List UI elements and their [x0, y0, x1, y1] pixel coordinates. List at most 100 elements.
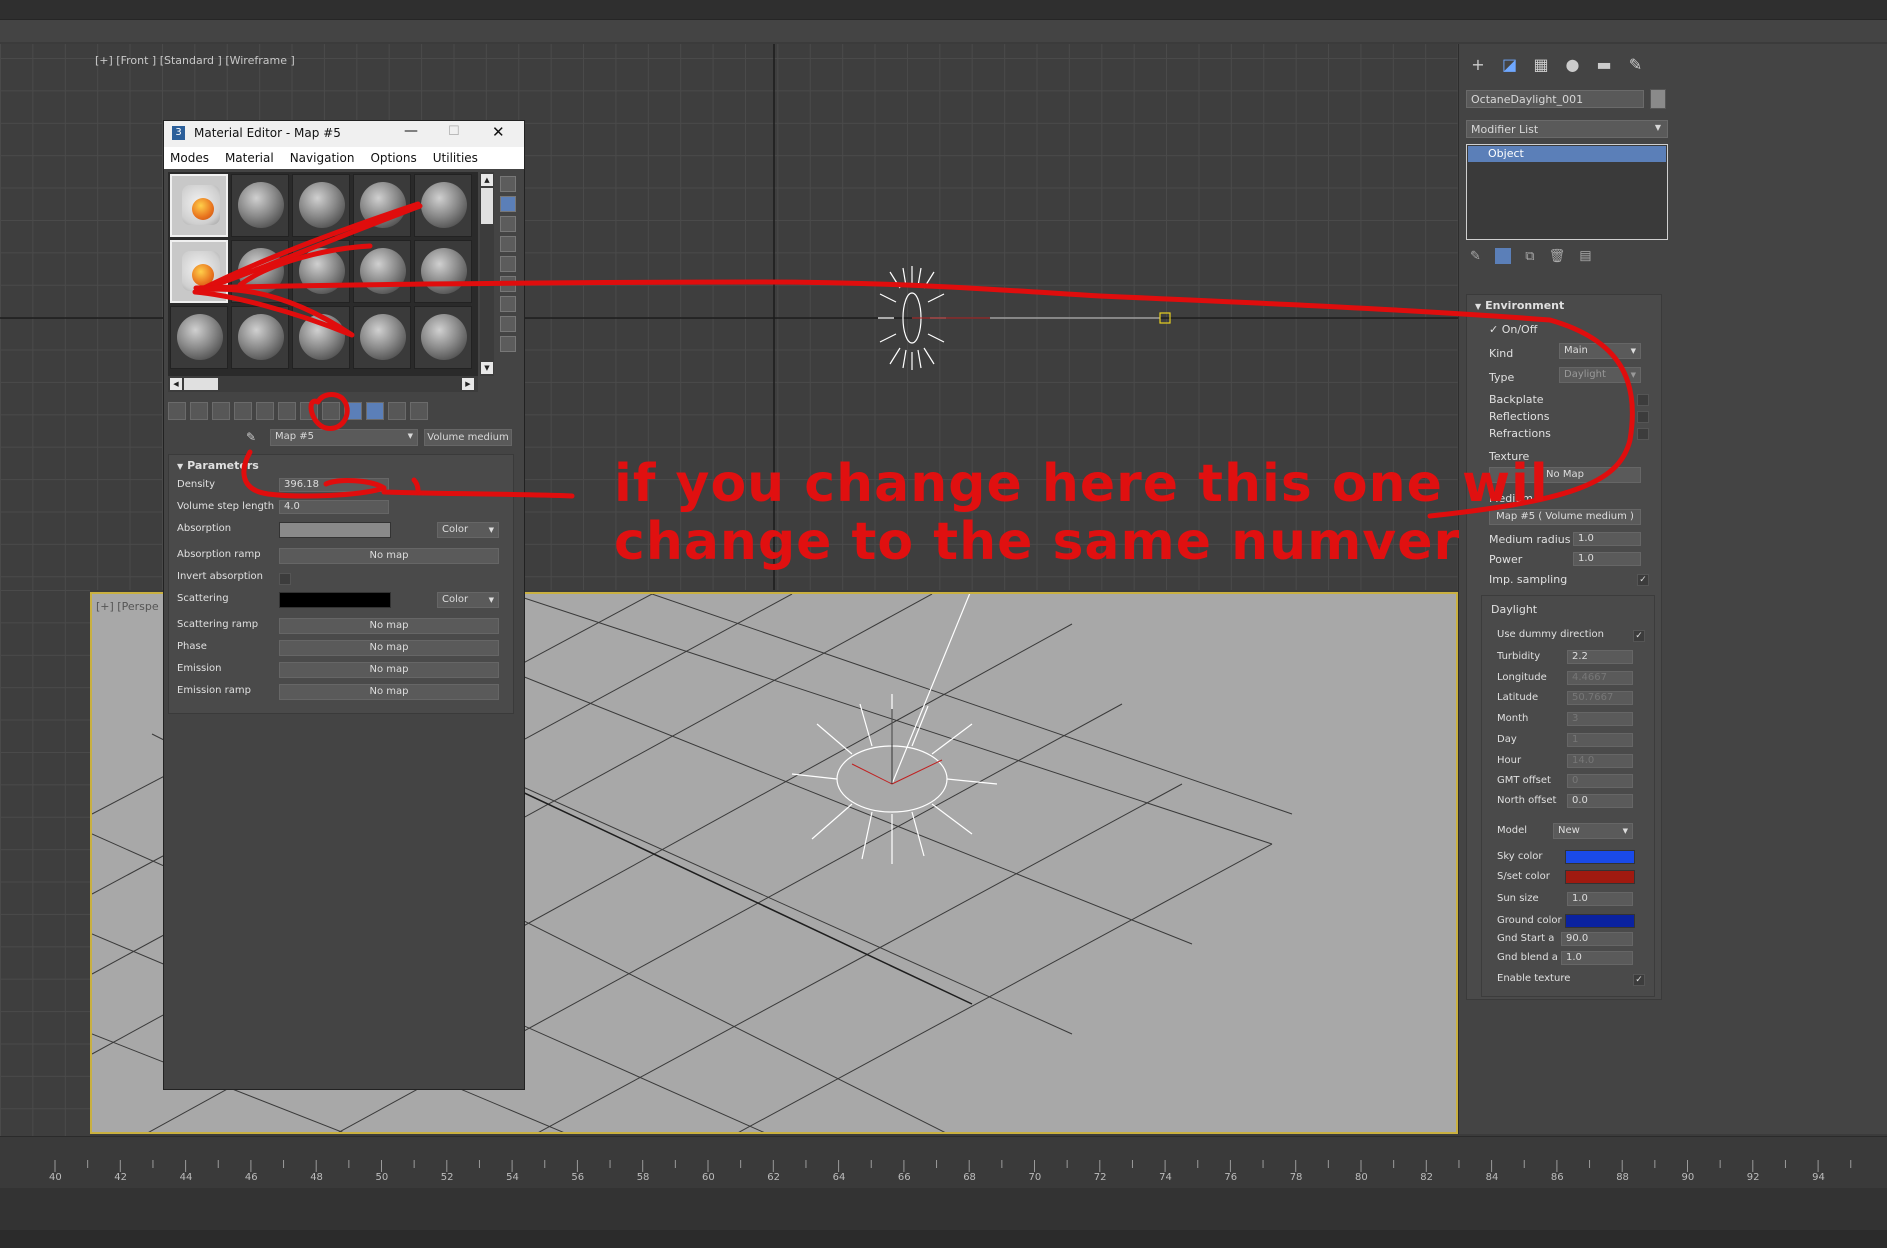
- absorption-type-dropdown[interactable]: Color ▼: [437, 522, 499, 538]
- assign-to-selection-icon[interactable]: [212, 402, 230, 420]
- configure-sets-icon[interactable]: ▤: [1579, 249, 1591, 264]
- go-forward-sibling-icon[interactable]: [410, 402, 428, 420]
- longitude-spinner[interactable]: 4.4667: [1567, 671, 1633, 685]
- show-end-result-icon[interactable]: [366, 402, 384, 420]
- scroll-thumb[interactable]: [184, 378, 218, 390]
- sample-slots-vertical-scrollbar[interactable]: ▲ ▼: [480, 172, 494, 376]
- parameters-rollout-title[interactable]: ▼ Parameters: [177, 459, 259, 472]
- chevron-left-icon[interactable]: ◀: [170, 378, 182, 390]
- sample-slot[interactable]: [353, 174, 411, 237]
- gnd-blend-spinner[interactable]: 1.0: [1561, 951, 1633, 965]
- north-offset-spinner[interactable]: 0.0: [1567, 794, 1633, 808]
- create-tab-icon[interactable]: +: [1466, 54, 1490, 76]
- type-dropdown[interactable]: Daylight ▼: [1559, 367, 1641, 383]
- refractions-checkbox[interactable]: [1637, 428, 1649, 440]
- material-editor-titlebar[interactable]: 3 Material Editor - Map #5 — ☐ ✕: [164, 121, 524, 147]
- reset-map-icon[interactable]: [234, 402, 252, 420]
- latitude-spinner[interactable]: 50.7667: [1567, 691, 1633, 705]
- phase-button[interactable]: No map: [279, 640, 499, 656]
- sample-slot[interactable]: [414, 174, 472, 237]
- make-unique-icon[interactable]: [278, 402, 296, 420]
- select-by-material-icon[interactable]: [500, 316, 516, 332]
- make-copy-icon[interactable]: [256, 402, 274, 420]
- maximize-icon[interactable]: ☐: [448, 124, 460, 139]
- remove-modifier-icon[interactable]: 🗑: [1549, 249, 1566, 264]
- sample-slot[interactable]: [353, 240, 411, 303]
- sky-color-swatch[interactable]: [1565, 850, 1635, 864]
- display-tab-icon[interactable]: ▬: [1592, 54, 1616, 76]
- material-id-icon[interactable]: [322, 402, 340, 420]
- enable-texture-checkbox[interactable]: ✓: [1633, 974, 1645, 986]
- month-spinner[interactable]: 3: [1567, 712, 1633, 726]
- minimize-icon[interactable]: —: [404, 123, 418, 139]
- modify-tab-icon[interactable]: ◪: [1498, 54, 1522, 76]
- turbidity-spinner[interactable]: 2.2: [1567, 650, 1633, 664]
- material-navigator-icon[interactable]: [500, 336, 516, 352]
- sunset-color-swatch[interactable]: [1565, 870, 1635, 884]
- power-spinner[interactable]: 1.0: [1573, 552, 1641, 566]
- menu-options[interactable]: Options: [370, 147, 416, 169]
- absorption-ramp-button[interactable]: No map: [279, 548, 499, 564]
- ground-color-swatch[interactable]: [1565, 914, 1635, 928]
- eyedropper-icon[interactable]: ✎: [246, 430, 256, 444]
- make-unique-icon[interactable]: ⧉: [1525, 249, 1534, 264]
- day-spinner[interactable]: 1: [1567, 733, 1633, 747]
- menu-navigation[interactable]: Navigation: [290, 147, 355, 169]
- absorption-color-swatch[interactable]: [279, 522, 391, 538]
- menu-modes[interactable]: Modes: [170, 147, 209, 169]
- uv-tiling-icon[interactable]: [500, 236, 516, 252]
- emission-button[interactable]: No map: [279, 662, 499, 678]
- put-to-library-icon[interactable]: [300, 402, 318, 420]
- menu-utilities[interactable]: Utilities: [433, 147, 478, 169]
- sample-type-icon[interactable]: [500, 176, 516, 192]
- options-icon[interactable]: [500, 296, 516, 312]
- density-spinner[interactable]: 396.18: [279, 478, 389, 492]
- sample-slot[interactable]: [170, 174, 228, 237]
- sample-slot[interactable]: [231, 240, 289, 303]
- chevron-down-icon[interactable]: ▼: [481, 362, 493, 374]
- gnd-start-spinner[interactable]: 90.0: [1561, 932, 1633, 946]
- motion-tab-icon[interactable]: ●: [1561, 54, 1585, 76]
- scroll-thumb[interactable]: [481, 188, 493, 224]
- sample-slot[interactable]: [170, 240, 228, 303]
- chevron-right-icon[interactable]: ▶: [462, 378, 474, 390]
- close-icon[interactable]: ✕: [492, 123, 505, 141]
- sample-slot[interactable]: [292, 306, 350, 369]
- utilities-tab-icon[interactable]: ✎: [1624, 54, 1648, 76]
- sample-slot[interactable]: [292, 174, 350, 237]
- gmt-offset-spinner[interactable]: 0: [1567, 774, 1633, 788]
- environment-rollout-title[interactable]: ▼ Environment: [1475, 299, 1564, 312]
- hierarchy-tab-icon[interactable]: ▦: [1529, 54, 1553, 76]
- scattering-type-dropdown[interactable]: Color ▼: [437, 592, 499, 608]
- menu-material[interactable]: Material: [225, 147, 274, 169]
- pin-stack-icon[interactable]: ✎: [1470, 249, 1481, 264]
- sun-size-spinner[interactable]: 1.0: [1567, 892, 1633, 906]
- show-end-result-icon[interactable]: [1495, 248, 1512, 264]
- map-name-field[interactable]: Map #5 ▼: [270, 429, 418, 446]
- perspective-viewport-label[interactable]: [+] [Perspe: [96, 600, 159, 613]
- show-in-viewport-icon[interactable]: [344, 402, 362, 420]
- kind-dropdown[interactable]: Main ▼: [1559, 343, 1641, 359]
- sample-slot[interactable]: [170, 306, 228, 369]
- sample-slot[interactable]: [292, 240, 350, 303]
- step-length-spinner[interactable]: 4.0: [279, 500, 389, 514]
- emission-ramp-button[interactable]: No map: [279, 684, 499, 700]
- sample-slot[interactable]: [231, 174, 289, 237]
- object-name-field[interactable]: OctaneDaylight_001: [1466, 90, 1644, 108]
- video-color-check-icon[interactable]: [500, 256, 516, 272]
- background-icon[interactable]: [500, 216, 516, 232]
- medium-radius-spinner[interactable]: 1.0: [1573, 532, 1641, 546]
- hour-spinner[interactable]: 14.0: [1567, 754, 1633, 768]
- go-to-parent-icon[interactable]: [388, 402, 406, 420]
- backlight-icon[interactable]: [500, 196, 516, 212]
- front-viewport-label[interactable]: [+] [Front ] [Standard ] [Wireframe ]: [95, 54, 295, 67]
- sample-slot[interactable]: [353, 306, 411, 369]
- get-material-icon[interactable]: [168, 402, 186, 420]
- left-viewport[interactable]: [0, 590, 90, 1136]
- sample-slot[interactable]: [231, 306, 289, 369]
- backplate-checkbox[interactable]: [1637, 394, 1649, 406]
- time-ruler[interactable]: [0, 1152, 1887, 1186]
- modifier-list-dropdown[interactable]: Modifier List ▼: [1466, 120, 1668, 138]
- map-type-button[interactable]: Volume medium: [424, 429, 512, 446]
- modifier-stack-item-object[interactable]: Object: [1468, 146, 1666, 162]
